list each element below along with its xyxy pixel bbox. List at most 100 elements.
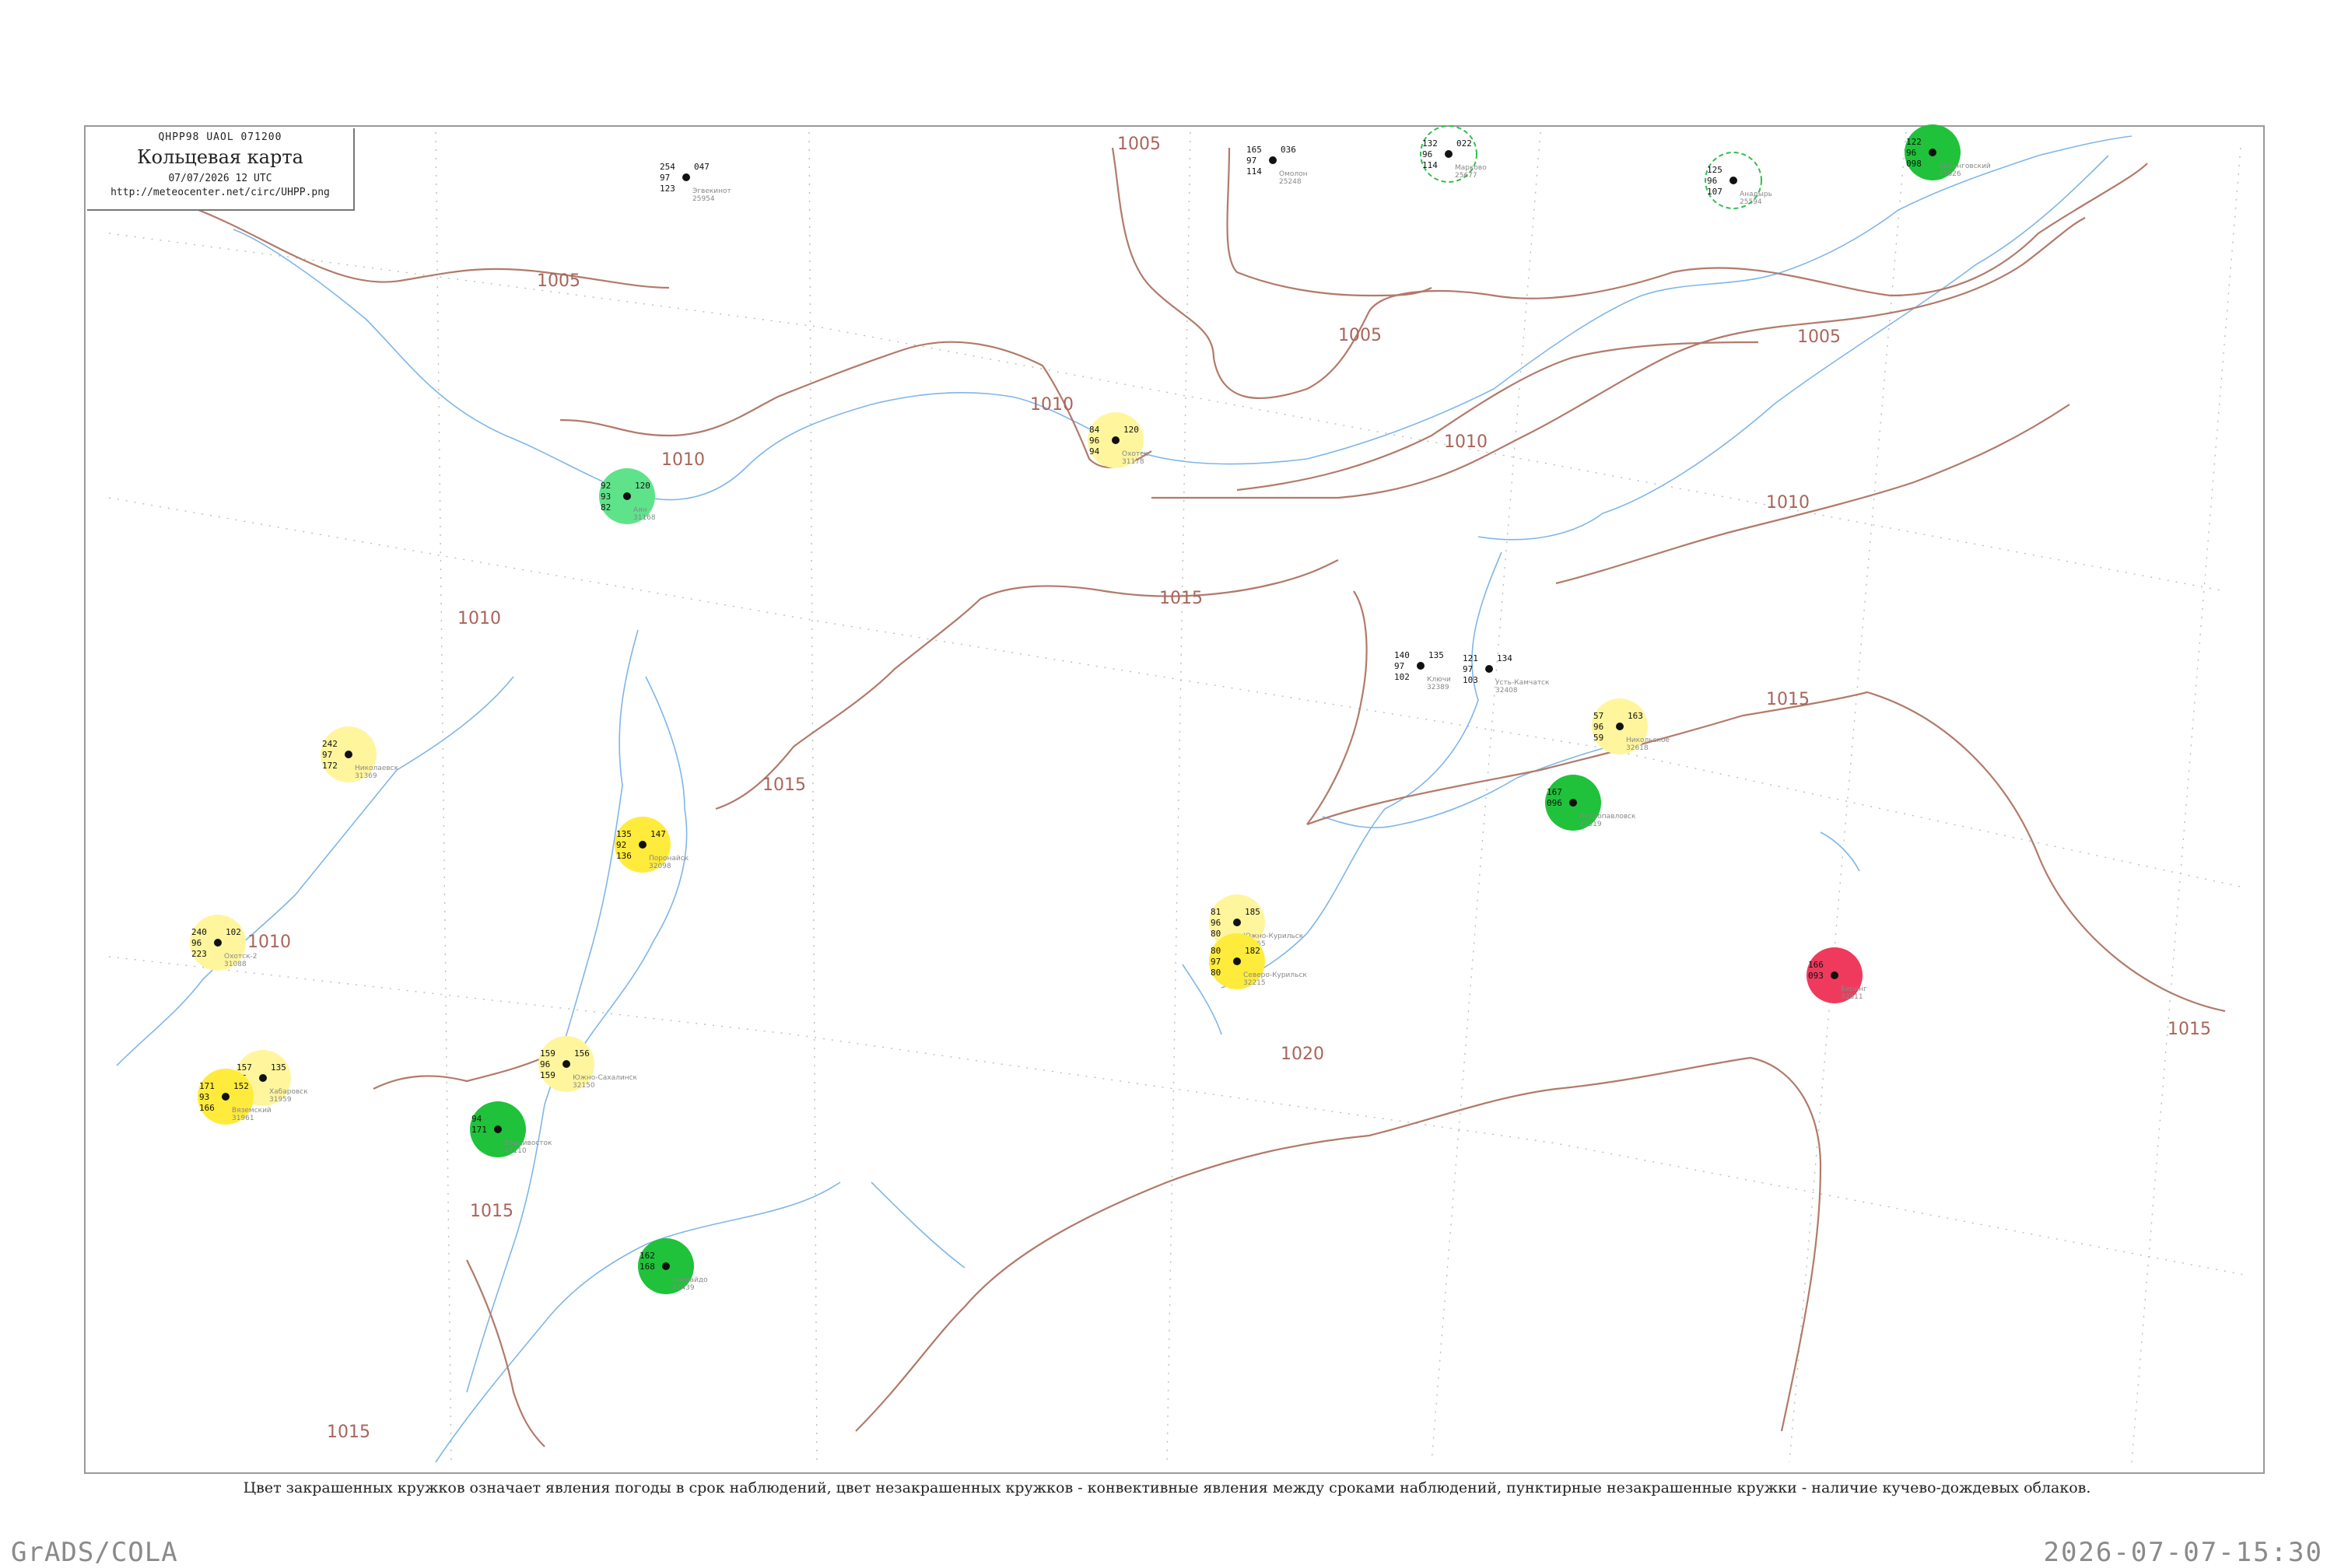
station-25594[interactable]: 12596107 25594Анадырь: [1705, 152, 1772, 209]
station-value: 123: [660, 184, 675, 194]
station-32098[interactable]: 13592136 147 32098Поронайск: [615, 817, 689, 873]
station-value: 159: [540, 1048, 555, 1059]
station-dot: [1233, 919, 1241, 926]
station-name: Северо-Курильск: [1243, 971, 1307, 979]
station-25677[interactable]: 13296114 022 25677Марково: [1420, 125, 1487, 183]
station-dot: [1112, 436, 1120, 444]
station-31369[interactable]: 24297172 31369Николаевск: [321, 726, 399, 782]
station-value: 022: [1456, 138, 1472, 149]
station-value: 96: [191, 938, 202, 948]
station-value: 185: [1245, 907, 1260, 917]
station-name: Охотск: [1122, 450, 1148, 458]
station-id: 31088: [224, 961, 247, 968]
station-value: 132: [1422, 138, 1438, 149]
station-name: Эгвекинот: [692, 187, 731, 195]
station-dot: [682, 173, 690, 181]
isobar-label: 1010: [1766, 493, 1810, 513]
station-dot: [222, 1093, 230, 1101]
station-value: 165: [1246, 145, 1262, 155]
station-value: 82: [601, 502, 611, 513]
station-31178[interactable]: 849694 120 31178Охотск: [1088, 412, 1148, 468]
station-value: 166: [199, 1103, 215, 1113]
station-32389[interactable]: 14097102 135 32389Ключи: [1394, 650, 1451, 691]
station-32618[interactable]: 579659 163 32618Никольское: [1592, 698, 1670, 754]
station-dot: [345, 751, 352, 758]
station-31168[interactable]: 929382 120 31168Аян: [599, 468, 656, 524]
station-value: 171: [199, 1081, 215, 1091]
station-32519[interactable]: 167096 32519Петропавловск: [1545, 775, 1636, 831]
station-value: 96: [1593, 722, 1603, 732]
station-value: 94: [1089, 446, 1100, 457]
station-dot: [1569, 799, 1577, 807]
station-id: 31959: [269, 1096, 292, 1104]
station-name: Хоккайдо: [672, 1276, 708, 1284]
station-dot: [1831, 971, 1838, 979]
station-id: 31178: [1122, 458, 1144, 466]
station-dot: [494, 1125, 502, 1133]
station-25248[interactable]: 16597114 036 25248Омолон: [1246, 145, 1308, 186]
station-32150[interactable]: 15996159 156 32150Южно-Сахалинск: [538, 1036, 638, 1092]
station-dot: [1269, 156, 1277, 164]
station-value: 167: [1547, 787, 1562, 797]
station-name: Марково: [1455, 164, 1487, 172]
map-title: Кольцевая карта: [137, 146, 303, 168]
isobar-label: 1005: [1338, 326, 1382, 345]
station-value: 156: [574, 1048, 590, 1059]
station-value: 92: [601, 481, 611, 491]
station-dot: [662, 1262, 670, 1270]
map-datetime: 07/07/2026 12 UTC: [168, 173, 272, 184]
station-value: 80: [1211, 929, 1221, 939]
station-value: 97: [1246, 156, 1256, 166]
footer-timestamp: 2026-07-07-15:30: [2043, 1537, 2323, 1568]
station-id: 32811: [1841, 993, 1863, 1001]
station-dot: [639, 841, 647, 849]
isobar-label: 1015: [2168, 1020, 2211, 1039]
station-32408[interactable]: 12197103 134 32408Усть-Камчатск: [1463, 653, 1550, 695]
isobar-label: 1005: [537, 271, 580, 291]
station-id: 25626: [1939, 170, 1961, 178]
station-dot: [1485, 665, 1493, 673]
station-id: 31961: [232, 1115, 254, 1122]
isobar-label: 1015: [762, 775, 806, 795]
footer-software-label: GrADS/COLA: [11, 1537, 178, 1568]
station-id: 32389: [1427, 684, 1449, 691]
station-dot: [214, 939, 222, 947]
station-value: 84: [1089, 425, 1100, 435]
station-value: 134: [1497, 653, 1512, 663]
station-value: 97: [322, 750, 332, 760]
station-value: 242: [322, 739, 338, 749]
station-value: 168: [640, 1262, 655, 1272]
station-32811[interactable]: 166093 32811Беринг: [1807, 947, 1867, 1003]
station-dot: [1616, 723, 1624, 730]
station-id: 25248: [1279, 178, 1302, 186]
station-value: 96: [540, 1059, 550, 1069]
station-name: Петропавловск: [1579, 813, 1636, 821]
station-name: Владивосток: [504, 1139, 552, 1147]
station-value: 171: [471, 1125, 487, 1135]
station-25626[interactable]: 12296098 25626Беринговский: [1905, 124, 1991, 180]
station-25954[interactable]: 25497123 047 25954Эгвекинот: [660, 162, 731, 203]
station-value: 97: [1394, 661, 1404, 671]
station-value: 135: [1428, 650, 1444, 660]
station-value: 147: [650, 829, 666, 839]
isobar-label: 1010: [457, 609, 501, 628]
station-value: 036: [1281, 145, 1296, 155]
station-value: 96: [1707, 176, 1717, 186]
isobar-label: 1015: [1159, 589, 1203, 608]
station-value: 107: [1707, 187, 1722, 197]
station-47439[interactable]: 162168 47439Хоккайдо: [638, 1238, 708, 1294]
stations-layer: 2549712304725954Эгвекинот165971140362524…: [190, 124, 1991, 1294]
station-dot: [1929, 149, 1936, 156]
map-url[interactable]: http://meteocenter.net/circ/UHPP.png: [87, 187, 353, 198]
isobar-label: 1020: [1281, 1045, 1324, 1064]
station-value: 135: [616, 829, 632, 839]
station-name: Николаевск: [355, 765, 399, 772]
station-name: Омолон: [1279, 170, 1308, 178]
station-value: 96: [1422, 149, 1432, 159]
station-value: 92: [616, 840, 626, 850]
station-value: 114: [1246, 166, 1262, 177]
station-value: 254: [660, 162, 675, 172]
station-dot: [1445, 150, 1453, 158]
station-value: 125: [1707, 165, 1722, 175]
isobar-label: 1015: [1766, 690, 1810, 709]
